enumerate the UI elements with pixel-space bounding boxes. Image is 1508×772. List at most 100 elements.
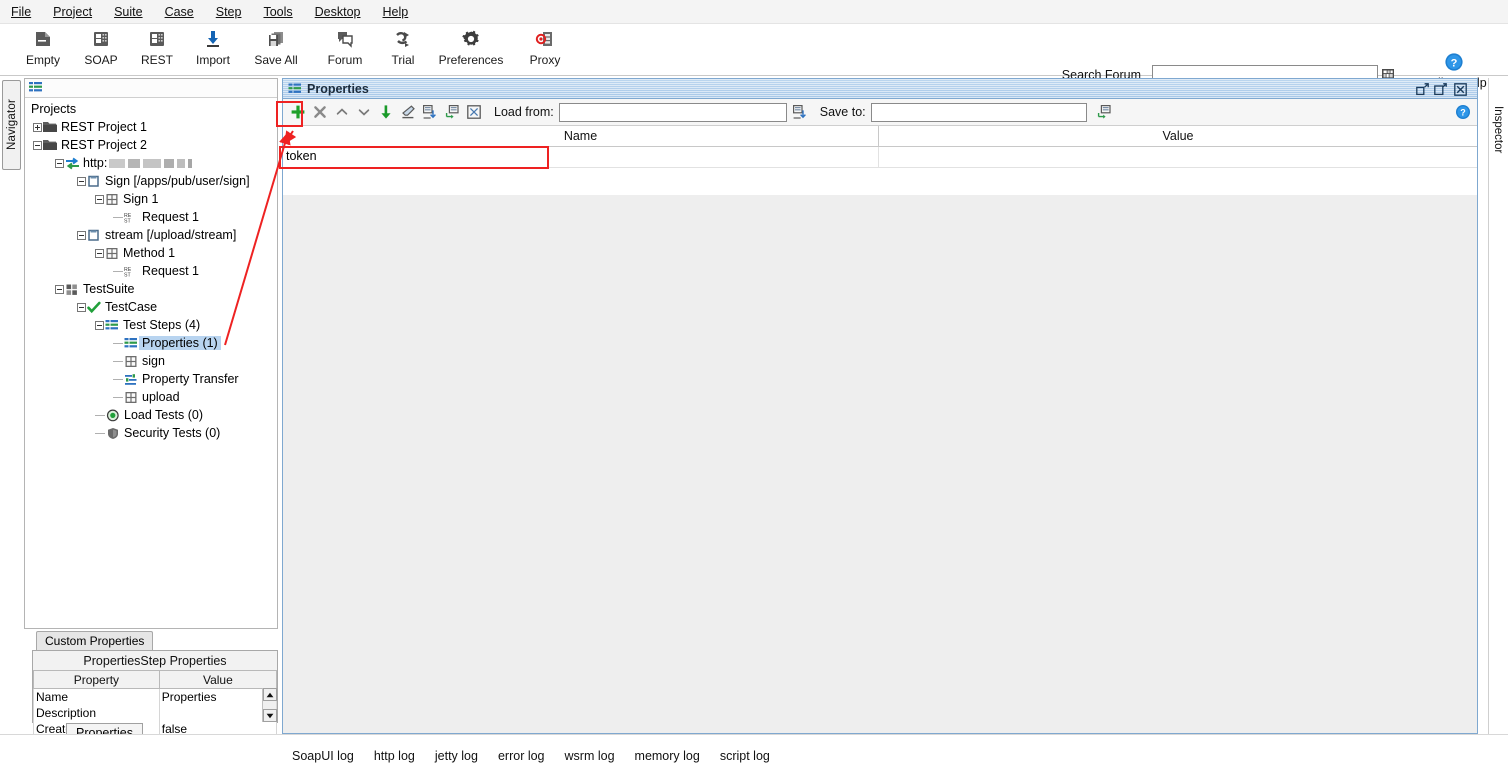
tree-label: stream [/upload/stream] [105, 228, 237, 242]
navigator-list-icon[interactable] [29, 81, 43, 96]
tree-row-request-1a[interactable]: RE ST Request 1 [25, 208, 277, 226]
collapse-toggle-icon[interactable] [77, 176, 86, 186]
preferences-button[interactable]: Preferences [428, 26, 514, 74]
collapse-toggle-icon[interactable] [33, 140, 42, 150]
collapse-toggle-icon[interactable] [95, 248, 104, 258]
tree-row-test-steps[interactable]: Test Steps (4) [25, 316, 277, 334]
tab-label: jetty log [434, 749, 478, 763]
column-header-value: Value [158, 670, 278, 689]
menu-step[interactable]: Step [205, 2, 253, 22]
properties-help-icon[interactable]: ? [1455, 104, 1471, 120]
table-row[interactable]: token [283, 147, 1477, 168]
tree-row-request-1b[interactable]: RE ST Request 1 [25, 262, 277, 280]
folder-icon [42, 120, 58, 135]
menu-step-label: Step [215, 4, 242, 19]
expand-toggle-icon[interactable] [33, 122, 42, 132]
menu-case[interactable]: Case [154, 2, 205, 22]
column-header-value[interactable]: Value [879, 126, 1477, 146]
table-row[interactable]: Name Properties [33, 688, 278, 705]
tree-label: REST Project 2 [61, 138, 147, 152]
load-from-input[interactable] [558, 102, 787, 122]
tree-row-method-sign1[interactable]: Sign 1 [25, 190, 277, 208]
resource-icon [86, 228, 102, 243]
menu-desktop[interactable]: Desktop [304, 2, 372, 22]
tab-error-log[interactable]: error log [488, 747, 555, 765]
tree-row-testcase[interactable]: TestCase [25, 298, 277, 316]
proxy-button[interactable]: Proxy [512, 26, 578, 74]
add-property-button[interactable] [287, 101, 309, 123]
scroll-down-arrow-icon[interactable] [263, 709, 277, 722]
tree-row-security-tests[interactable]: Security Tests (0) [25, 424, 277, 442]
load-properties-button[interactable] [419, 101, 441, 123]
cell-name[interactable]: token [283, 147, 879, 167]
move-down-button[interactable] [353, 101, 375, 123]
maximize-restore-button[interactable] [1415, 82, 1429, 96]
scroll-up-arrow-icon[interactable] [263, 688, 277, 701]
save-to-label: Save to: [819, 105, 866, 119]
tree-row-testsuite[interactable]: TestSuite [25, 280, 277, 298]
collapse-toggle-icon[interactable] [77, 230, 86, 240]
collapse-toggle-icon[interactable] [77, 302, 86, 312]
collapse-toggle-icon[interactable] [55, 284, 64, 294]
custom-properties-scrollbar[interactable] [262, 688, 277, 722]
clear-values-button[interactable] [397, 101, 419, 123]
save-properties-button[interactable] [441, 101, 463, 123]
custom-properties-title: PropertiesStep Properties [33, 651, 277, 670]
tab-script-log[interactable]: script log [710, 747, 780, 765]
sort-properties-button[interactable] [375, 101, 397, 123]
cell-value[interactable]: Properties [158, 688, 278, 705]
tree-label: sign [142, 354, 165, 368]
tree-row-step-upload[interactable]: upload [25, 388, 277, 406]
table-row[interactable]: Description [33, 704, 278, 721]
collapse-toggle-icon[interactable] [95, 194, 104, 204]
project-tree[interactable]: Projects REST Project 1 REST Project 2 h… [25, 98, 277, 628]
tree-row-properties-step[interactable]: Properties (1) [25, 334, 277, 352]
tree-row-resource-stream[interactable]: stream [/upload/stream] [25, 226, 277, 244]
resource-icon [86, 174, 102, 189]
save-all-icon [265, 26, 287, 52]
menu-project[interactable]: Project [42, 2, 103, 22]
trial-button[interactable]: Trial [370, 26, 436, 74]
svg-text:?: ? [1460, 108, 1466, 118]
tree-row-endpoint[interactable]: http: [25, 154, 277, 172]
forum-button[interactable]: Forum [312, 26, 378, 74]
browse-save-icon[interactable] [1093, 101, 1115, 123]
collapse-toggle-icon[interactable] [55, 158, 64, 168]
menu-tools[interactable]: Tools [252, 2, 303, 22]
tab-memory-log[interactable]: memory log [625, 747, 710, 765]
menu-file[interactable]: File [0, 2, 42, 22]
method-icon [104, 246, 120, 261]
move-up-button[interactable] [331, 101, 353, 123]
tree-row-rest-project-2[interactable]: REST Project 2 [25, 136, 277, 154]
test-properties-dialog-button[interactable] [463, 101, 485, 123]
save-all-button[interactable]: Save All [243, 26, 309, 74]
navigator-vertical-tab[interactable]: Navigator [2, 80, 21, 170]
tree-row-method-1[interactable]: Method 1 [25, 244, 277, 262]
save-to-input[interactable] [870, 102, 1087, 122]
custom-properties-tab[interactable]: Custom Properties [36, 631, 154, 650]
tree-row-step-sign[interactable]: sign [25, 352, 277, 370]
menu-help[interactable]: Help [372, 2, 420, 22]
tab-wsrm-log[interactable]: wsrm log [555, 747, 625, 765]
tree-row-step-property-transfer[interactable]: Property Transfer [25, 370, 277, 388]
import-project-button[interactable]: Import [180, 26, 246, 74]
cell-value[interactable] [879, 147, 1477, 167]
column-header-name[interactable]: Name [283, 126, 879, 146]
tab-http-log[interactable]: http log [364, 747, 425, 765]
cell-value[interactable] [158, 704, 278, 721]
remove-property-button[interactable] [309, 101, 331, 123]
tree-row-projects[interactable]: Projects [25, 100, 277, 118]
tab-soapui-log[interactable]: SoapUI log [282, 747, 364, 765]
tab-jetty-log[interactable]: jetty log [425, 747, 488, 765]
tree-row-load-tests[interactable]: Load Tests (0) [25, 406, 277, 424]
browse-load-icon[interactable] [789, 101, 811, 123]
menu-suite[interactable]: Suite [103, 2, 154, 22]
collapse-toggle-icon[interactable] [95, 320, 104, 330]
close-panel-button[interactable] [1453, 82, 1467, 96]
tree-row-rest-project-1[interactable]: REST Project 1 [25, 118, 277, 136]
new-empty-project-button[interactable]: Empty [10, 26, 76, 74]
menu-help-label: Help [382, 4, 409, 19]
tree-row-resource-sign[interactable]: Sign [/apps/pub/user/sign] [25, 172, 277, 190]
detach-button[interactable] [1433, 82, 1447, 96]
inspector-vertical-tab[interactable]: Inspector [1489, 82, 1507, 178]
